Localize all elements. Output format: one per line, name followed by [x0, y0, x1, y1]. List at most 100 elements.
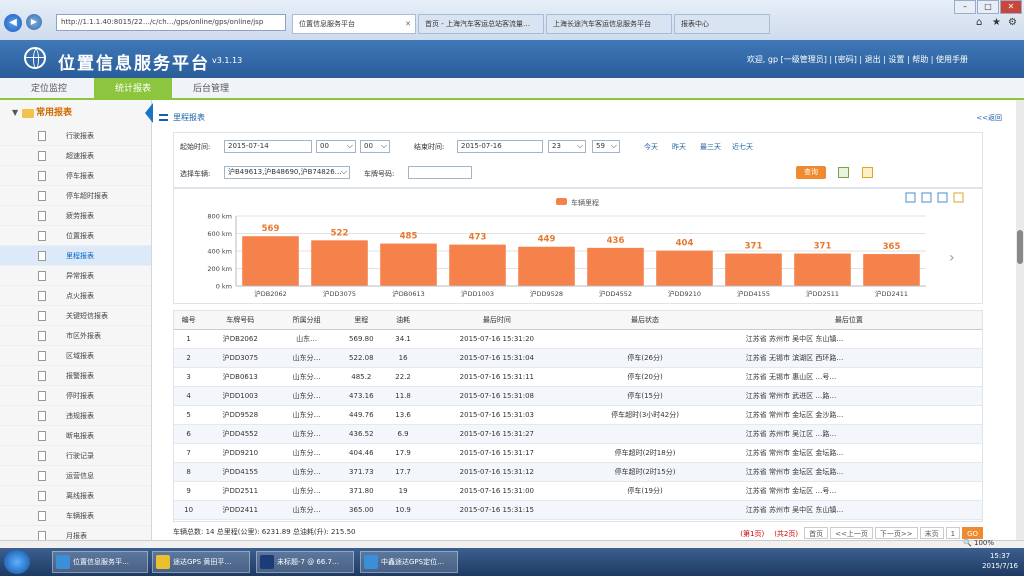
excel-icon[interactable] — [838, 167, 849, 178]
folder-icon — [22, 109, 34, 118]
refresh-icon[interactable] — [937, 192, 948, 203]
sidebar-item[interactable]: 里程报表 — [0, 246, 151, 266]
sidebar-item[interactable]: 停车超时报表 — [0, 186, 151, 206]
sidebar-item[interactable]: 疲劳报表 — [0, 206, 151, 226]
clock[interactable]: 15:37 2015/7/16 — [982, 551, 1018, 571]
bar — [311, 240, 368, 286]
zoom-level[interactable]: 🔍 100% — [963, 539, 994, 547]
task-label: 未标题-7 @ 66.7… — [277, 558, 340, 566]
maximize-button[interactable]: □ — [977, 0, 999, 14]
tab-1[interactable]: 首页 - 上海汽车客运总站客流量… — [418, 14, 544, 34]
query-button[interactable]: 查询 — [796, 166, 826, 179]
table-row[interactable]: 9 沪DD2511 山东分… 371.80 19 2015-07-16 15:31:00 停… — [174, 481, 982, 501]
user-bar[interactable]: 欢迎, gp [一级管理员] | [密码] | 退出 | 设置 | 帮助 | 使… — [747, 54, 968, 65]
vehicle-select[interactable]: 沪B49613,沪B48690,沪B74826… — [224, 166, 350, 179]
table-cell: 485.2 — [335, 367, 387, 387]
tab-location-monitor[interactable]: 定位监控 — [10, 78, 88, 100]
line-chart-icon[interactable] — [905, 192, 916, 203]
pager-item[interactable]: 末页 — [919, 527, 944, 539]
sidebar-group[interactable]: ▼ 常用报表 — [0, 100, 151, 126]
bar-chart-icon[interactable] — [921, 192, 932, 203]
tab-2[interactable]: 上海长途汽车客运信息服务平台 — [546, 14, 672, 34]
star-icon[interactable]: ★ — [992, 17, 1001, 28]
task-3[interactable]: 中鑫途达GPS定位… — [360, 551, 458, 573]
mail-icon[interactable] — [862, 167, 873, 178]
save-icon[interactable] — [953, 192, 964, 203]
task-2[interactable]: 未标题-7 @ 66.7… — [256, 551, 354, 573]
table-cell: 2015-07-16 15:31:11 — [419, 367, 575, 387]
table-cell: 17.7 — [386, 462, 420, 482]
pager-item[interactable]: 1 — [945, 527, 961, 539]
table-row[interactable]: 10 沪DD2411 山东分… 365.00 10.9 2015-07-16 15:31:… — [174, 500, 982, 520]
table-row[interactable]: 4 沪DD1003 山东分… 473.16 11.8 2015-07-16 15:31:0… — [174, 386, 982, 406]
task-1[interactable]: 途达GPS 黄田平… — [152, 551, 250, 573]
sidebar-item[interactable]: 行驶记录 — [0, 446, 151, 466]
back-link[interactable]: <<返回 — [976, 113, 1002, 123]
sidebar-item[interactable]: 停时报表 — [0, 386, 151, 406]
address-bar[interactable]: http://1.1.1.40:8015/22…/c/ch…/gps/onlin… — [56, 14, 286, 31]
forward-icon[interactable]: ▶ — [26, 14, 42, 30]
sidebar-item[interactable]: 车辆报表 — [0, 506, 151, 526]
sidebar-item[interactable]: 市区外报表 — [0, 326, 151, 346]
chevron-right-icon[interactable]: › — [949, 250, 955, 266]
sidebar-item[interactable]: 违规报表 — [0, 406, 151, 426]
end-min-select[interactable]: 59 — [592, 140, 620, 153]
home-icon[interactable]: ⌂ — [976, 17, 982, 28]
scroll-thumb[interactable] — [1017, 230, 1023, 264]
gear-icon[interactable]: ⚙ — [1008, 17, 1017, 28]
close-window-button[interactable]: ✕ — [1000, 0, 1022, 14]
close-icon[interactable]: ✕ — [405, 15, 411, 33]
table-row[interactable]: 8 沪DD4155 山东分… 371.73 17.7 2015-07-16 15:31:1… — [174, 462, 982, 482]
sidebar-item[interactable]: 报警报表 — [0, 366, 151, 386]
sidebar-item[interactable]: 超速报表 — [0, 146, 151, 166]
pager-item[interactable]: 首页 — [804, 527, 829, 539]
pager-item[interactable]: 下一页>> — [874, 527, 918, 539]
start-min-select[interactable]: 00 — [360, 140, 390, 153]
table-row[interactable]: 7 沪DD9210 山东分… 404.46 17.9 2015-07-16 15:31:1… — [174, 443, 982, 463]
table-cell: 2015-07-16 15:31:12 — [419, 462, 575, 482]
page-scrollbar[interactable] — [1016, 100, 1024, 540]
pager-item[interactable]: <<上一页 — [830, 527, 873, 539]
sidebar-item[interactable]: 位置报表 — [0, 226, 151, 246]
table-row[interactable]: 2 沪DD3075 山东分… 522.08 16 2015-07-16 15:31:04 停… — [174, 348, 982, 368]
pager-item[interactable]: GO — [962, 527, 983, 539]
start-date-input[interactable]: 2015-07-14 — [224, 140, 312, 153]
end-hour-select[interactable]: 23 — [548, 140, 586, 153]
sidebar-item[interactable]: 停车报表 — [0, 166, 151, 186]
task-0[interactable]: 位置信息服务平… — [52, 551, 148, 573]
tab-0[interactable]: 位置信息服务平台 ✕ — [292, 14, 416, 34]
table-row[interactable]: 3 沪DB0613 山东分… 485.2 22.2 2015-07-16 15:31:11… — [174, 367, 982, 387]
document-icon — [38, 451, 46, 461]
sidebar-item[interactable]: 点火报表 — [0, 286, 151, 306]
table-cell: 2015-07-16 15:31:08 — [419, 386, 575, 406]
table-row[interactable]: 1 沪DB2062 山东… 569.80 34.1 2015-07-16 15:31:20… — [174, 329, 982, 349]
quick-today[interactable]: 今天 — [644, 142, 658, 152]
sidebar-item[interactable]: 离线报表 — [0, 486, 151, 506]
table-row[interactable]: 5 沪DD9528 山东分… 449.76 13.6 2015-07-16 15:31:0… — [174, 405, 982, 425]
end-date-input[interactable]: 2015-07-16 — [457, 140, 543, 153]
tab-admin[interactable]: 后台管理 — [172, 78, 250, 100]
table-cell — [574, 329, 716, 349]
sidebar-item[interactable]: 异常报表 — [0, 266, 151, 286]
quick-yesterday[interactable]: 昨天 — [672, 142, 686, 152]
sidebar-item[interactable]: 区域报表 — [0, 346, 151, 366]
table-cell: 522.08 — [335, 348, 387, 368]
sidebar-item-label: 离线报表 — [66, 492, 94, 500]
back-icon[interactable]: ◀ — [4, 14, 22, 32]
sidebar-item[interactable]: 运营信息 — [0, 466, 151, 486]
tab-statistics[interactable]: 统计报表 — [94, 78, 172, 100]
tab-3[interactable]: 报表中心 — [674, 14, 770, 34]
collapse-arrow-icon[interactable] — [145, 103, 153, 123]
sidebar-item-label: 停车超时报表 — [66, 192, 108, 200]
quick-seven-days[interactable]: 近七天 — [732, 142, 753, 152]
sidebar-item[interactable]: 行驶报表 — [0, 126, 151, 146]
sidebar-item[interactable]: 断电报表 — [0, 426, 151, 446]
data-label: 436 — [607, 236, 625, 246]
start-hour-select[interactable]: 00 — [316, 140, 356, 153]
start-button[interactable] — [4, 550, 30, 574]
minimize-button[interactable]: – — [954, 0, 976, 14]
sidebar-item[interactable]: 关键短信报表 — [0, 306, 151, 326]
quick-three-days[interactable]: 最三天 — [700, 142, 721, 152]
table-row[interactable]: 6 沪DD4552 山东分… 436.52 6.9 2015-07-16 15:31:27… — [174, 424, 982, 444]
plate-input[interactable] — [408, 166, 472, 179]
